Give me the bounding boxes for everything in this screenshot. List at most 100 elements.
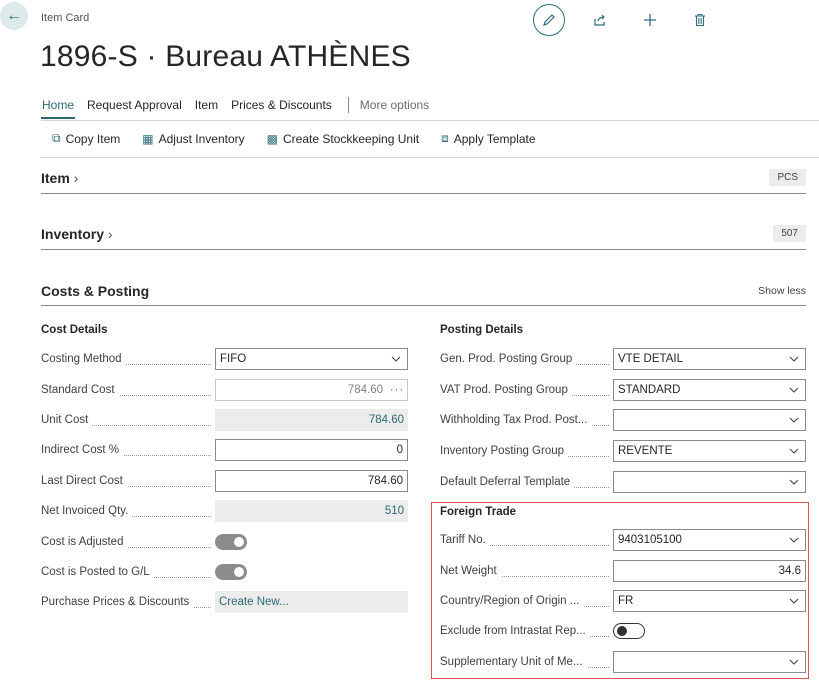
chevron-down-icon: [783, 448, 805, 454]
chevron-down-icon: [783, 659, 805, 665]
withholding-row: Withholding Tax Prod. Post...: [440, 409, 806, 431]
inventory-posting-row: Inventory Posting Group REVENTE: [440, 440, 806, 462]
standard-cost-label: Standard Cost: [41, 384, 215, 396]
tab-home[interactable]: Home: [41, 98, 76, 119]
fasttab-inventory-title: Inventory: [41, 225, 105, 242]
standard-cost-field[interactable]: 784.60 ···: [215, 379, 408, 401]
exclude-intrastat-row: Exclude from Intrastat Rep...: [440, 620, 645, 642]
cost-adjusted-label: Cost is Adjusted: [41, 536, 215, 548]
deferral-label: Default Deferral Template: [440, 476, 613, 488]
show-less-button[interactable]: Show less: [758, 285, 806, 297]
pencil-icon: [543, 14, 555, 26]
fasttab-item-title: Item: [41, 169, 70, 186]
cost-adjusted-toggle[interactable]: [215, 534, 247, 550]
tabs-divider: [41, 120, 819, 121]
net-invoiced-qty-row: Net Invoiced Qty. 510: [41, 500, 408, 522]
item-base-unit-badge: PCS: [769, 169, 806, 186]
apply-template-button[interactable]: ⧈ Apply Template: [441, 131, 535, 146]
action-tabs: Home Request Approval Item Prices & Disc…: [41, 97, 441, 119]
deferral-select[interactable]: [613, 471, 806, 493]
purchase-prices-label: Purchase Prices & Discounts: [41, 596, 215, 608]
country-origin-label: Country/Region of Origin ...: [440, 595, 613, 607]
create-new-link[interactable]: Create New...: [215, 596, 289, 608]
unit-cost-value[interactable]: 784.60: [215, 409, 408, 431]
copy-icon: ⧉: [52, 131, 61, 145]
arrow-left-icon: ←: [6, 7, 22, 24]
tab-request-approval[interactable]: Request Approval: [86, 98, 183, 112]
net-invoiced-qty-label: Net Invoiced Qty.: [41, 505, 215, 517]
last-direct-cost-input[interactable]: 784.60: [215, 470, 408, 492]
indirect-cost-input[interactable]: 0: [215, 439, 408, 461]
gen-prod-label: Gen. Prod. Posting Group: [440, 353, 613, 365]
fasttab-costs-title[interactable]: Costs & Posting: [41, 283, 149, 299]
tariff-row: Tariff No. 9403105100: [440, 529, 806, 551]
inventory-quantity-badge: 507: [773, 225, 806, 242]
fasttab-inventory-header: Inventory › 507: [41, 225, 806, 242]
standard-cost-row: Standard Cost 784.60 ···: [41, 379, 408, 401]
delete-button[interactable]: [685, 5, 715, 35]
chevron-down-icon: [783, 479, 805, 485]
trash-icon: [695, 13, 705, 27]
withholding-select[interactable]: [613, 409, 806, 431]
tab-prices-discounts[interactable]: Prices & Discounts: [230, 98, 333, 112]
breadcrumb: Item Card: [41, 12, 90, 24]
unit-cost-row: Unit Cost 784.60: [41, 409, 408, 431]
tariff-select[interactable]: 9403105100: [613, 529, 806, 551]
inventory-icon: ▦: [142, 131, 154, 146]
share-button[interactable]: [585, 5, 615, 35]
adjust-inventory-label: Adjust Inventory: [158, 131, 245, 146]
chevron-down-icon: [783, 537, 805, 543]
copy-item-button[interactable]: ⧉ Copy Item: [52, 131, 120, 146]
purchase-prices-row: Purchase Prices & Discounts Create New..…: [41, 591, 408, 613]
fasttab-item-toggle[interactable]: Item ›: [41, 170, 78, 186]
create-sku-label: Create Stockkeeping Unit: [283, 131, 420, 146]
gen-prod-select[interactable]: VTE DÉTAIL: [613, 348, 806, 370]
tab-divider: [347, 97, 349, 113]
fasttab-item-divider: [41, 193, 806, 194]
cost-posted-row: Cost is Posted to G/L: [41, 561, 247, 583]
vat-prod-select[interactable]: STANDARD: [613, 379, 806, 401]
cost-posted-label: Cost is Posted to G/L: [41, 566, 215, 578]
fasttab-item-header: Item › PCS: [41, 169, 806, 186]
country-origin-select[interactable]: FR: [613, 590, 806, 612]
stockkeeping-icon: ▩: [266, 131, 278, 146]
create-sku-button[interactable]: ▩ Create Stockkeeping Unit: [267, 132, 419, 146]
vat-prod-row: VAT Prod. Posting Group STANDARD: [440, 379, 806, 401]
exclude-intrastat-toggle[interactable]: [613, 623, 645, 639]
fasttab-inventory-toggle[interactable]: Inventory ›: [41, 226, 113, 242]
inventory-posting-select[interactable]: REVENTE: [613, 440, 806, 462]
indirect-cost-row: Indirect Cost % 0: [41, 439, 408, 461]
chevron-down-icon: [783, 387, 805, 393]
page-actions: [533, 4, 735, 36]
fasttab-inventory-divider: [41, 249, 806, 250]
adjust-inventory-button[interactable]: ▦ Adjust Inventory: [142, 132, 244, 146]
chevron-down-icon: [783, 417, 805, 423]
exclude-intrastat-label: Exclude from Intrastat Rep...: [440, 625, 613, 637]
costing-method-row: Costing Method FIFO: [41, 348, 408, 370]
cost-posted-toggle[interactable]: [215, 564, 247, 580]
share-icon: [594, 14, 605, 26]
chevron-down-icon: [783, 356, 805, 362]
apply-template-label: Apply Template: [453, 131, 536, 146]
new-button[interactable]: [635, 5, 665, 35]
back-button[interactable]: ←: [0, 2, 28, 30]
costing-method-select[interactable]: FIFO: [215, 348, 408, 370]
more-icon[interactable]: ···: [387, 384, 407, 396]
chevron-down-icon: [385, 356, 407, 362]
supp-unit-label: Supplementary Unit of Me...: [440, 656, 613, 668]
purchase-prices-field: Create New...: [215, 591, 408, 613]
costing-method-label: Costing Method: [41, 353, 215, 365]
edit-button[interactable]: [533, 4, 565, 36]
tab-item[interactable]: Item: [194, 98, 219, 112]
net-weight-input[interactable]: 34.6: [613, 560, 806, 582]
unit-cost-label: Unit Cost: [41, 414, 215, 426]
net-invoiced-qty-value[interactable]: 510: [215, 500, 408, 522]
tariff-label: Tariff No.: [440, 534, 613, 546]
cost-details-title: Cost Details: [41, 324, 108, 336]
supp-unit-select[interactable]: [613, 651, 806, 673]
copy-item-label: Copy Item: [65, 131, 121, 146]
gen-prod-row: Gen. Prod. Posting Group VTE DÉTAIL: [440, 348, 806, 370]
tab-more-options[interactable]: More options: [359, 98, 430, 112]
chevron-right-icon: ›: [107, 225, 113, 242]
fasttab-costs-header: Costs & Posting Show less: [41, 283, 806, 299]
